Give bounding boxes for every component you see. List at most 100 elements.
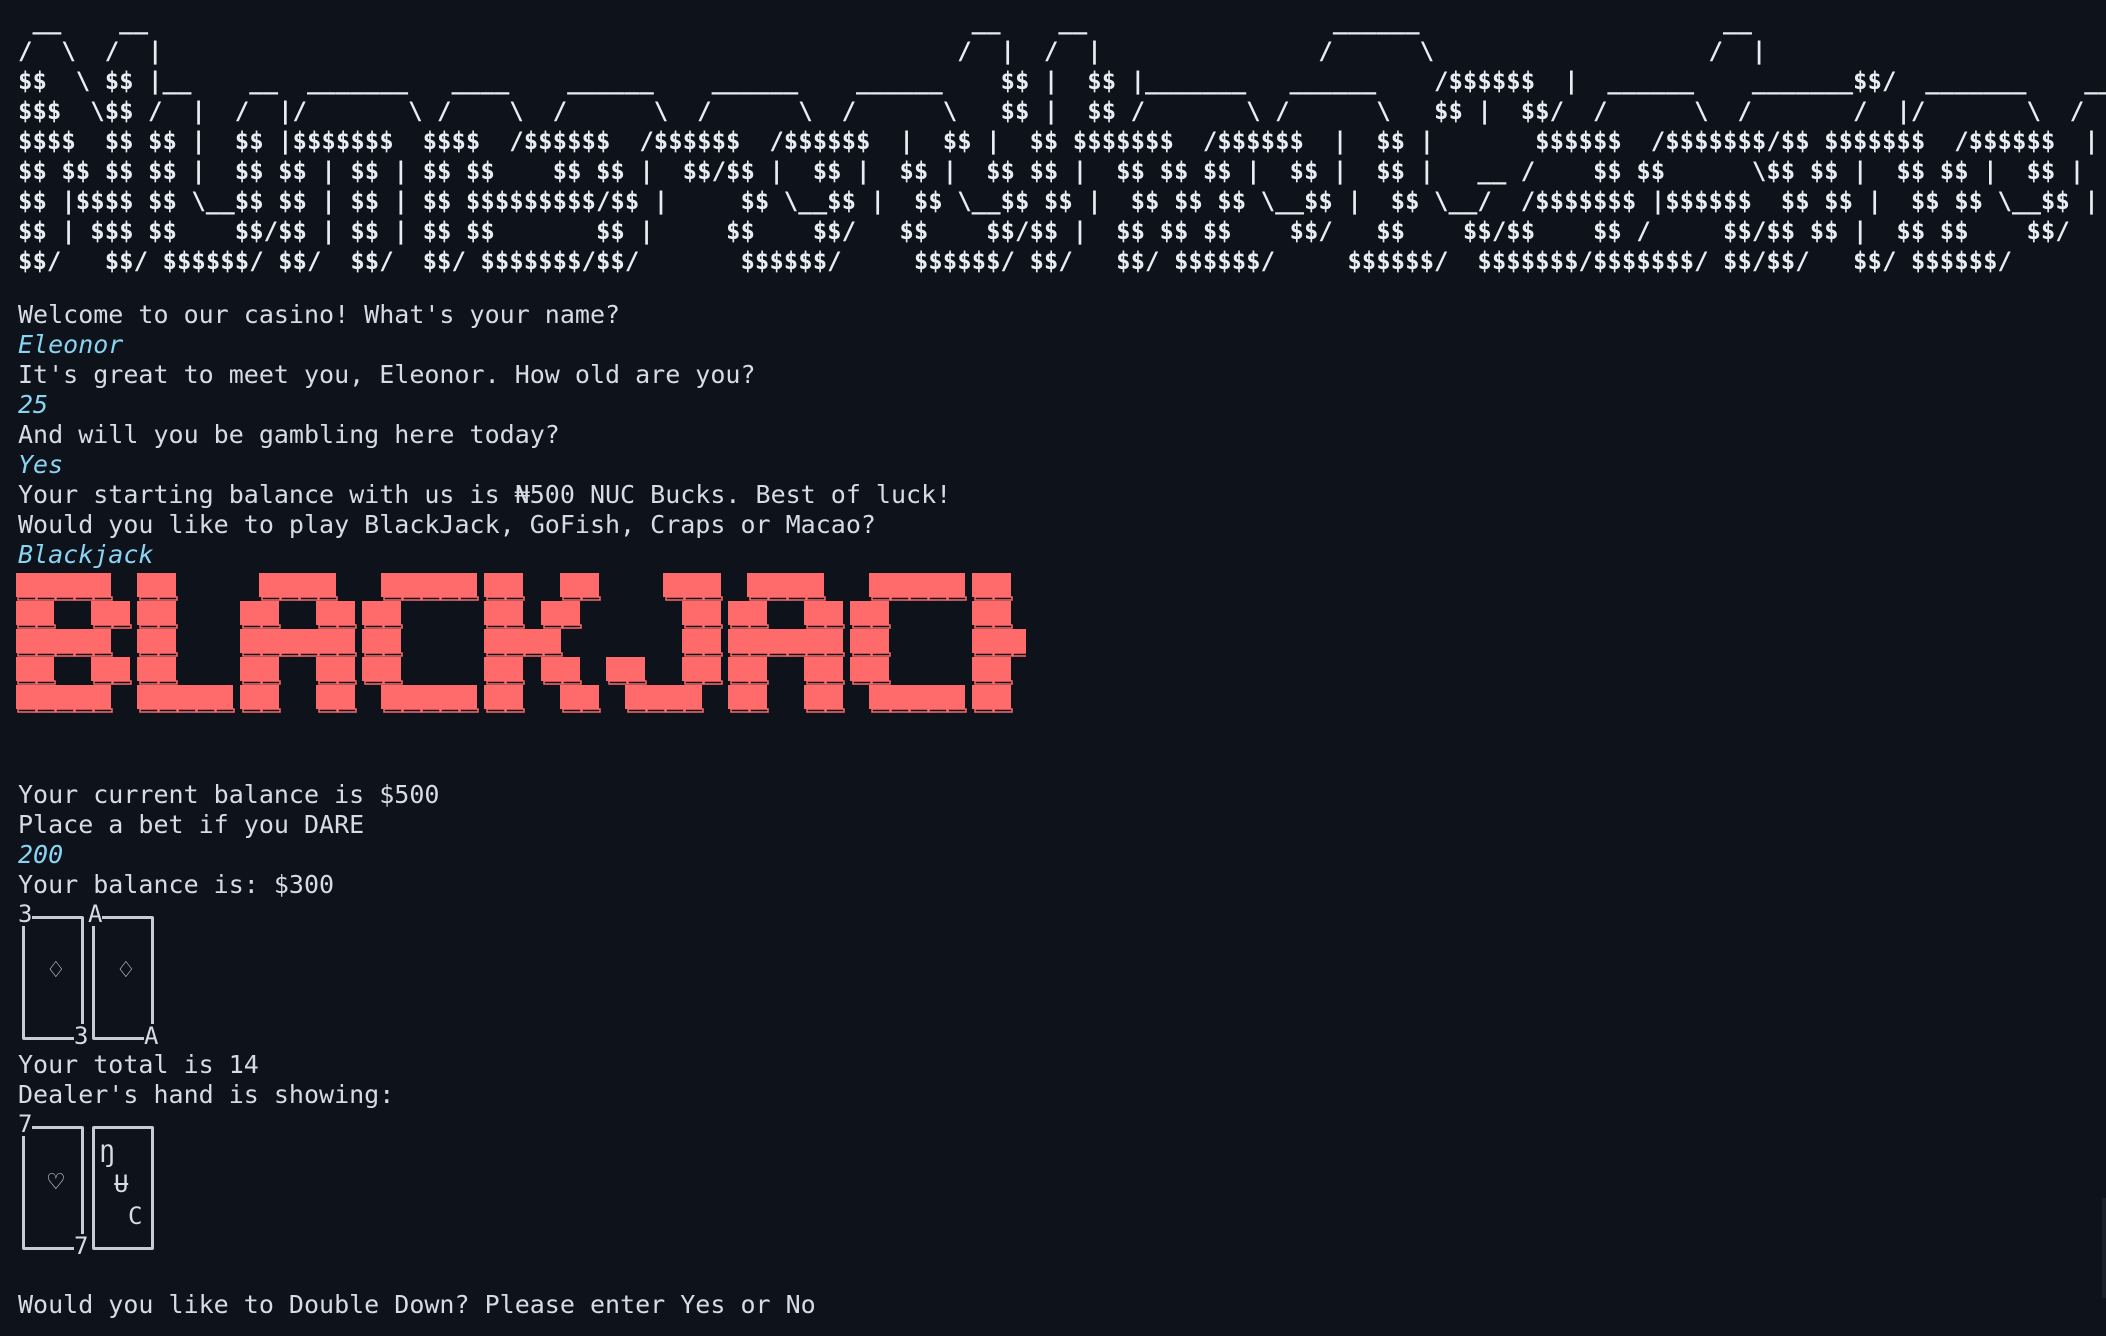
logo-shadow	[112, 680, 132, 685]
logo-block	[869, 685, 889, 709]
logo-shadow	[993, 680, 1013, 685]
gamble-prompt: And will you be gambling here today?	[18, 420, 560, 449]
logo-shadow	[703, 596, 723, 601]
logo-shadow	[562, 708, 582, 713]
logo-shadow	[627, 708, 647, 713]
logo-shadow	[402, 708, 422, 713]
logo-block	[34, 657, 54, 681]
logo-shadow	[36, 652, 56, 657]
bet-input-echo: 200	[18, 840, 64, 869]
logo-shadow	[928, 708, 948, 713]
logo-shadow	[36, 708, 56, 713]
logo-shadow	[665, 708, 685, 713]
logo-block	[259, 601, 279, 625]
logo-block	[110, 601, 130, 625]
logo-block	[682, 629, 702, 653]
logo-shadow	[974, 652, 994, 657]
logo-block	[785, 629, 805, 653]
logo-shadow	[139, 596, 159, 601]
logo-shadow	[242, 652, 262, 657]
logo-shadow	[318, 624, 338, 629]
logo-block	[747, 629, 767, 653]
logo-block	[503, 685, 523, 709]
logo-block	[972, 573, 992, 597]
logo-block	[137, 601, 157, 625]
logo-block	[579, 573, 599, 597]
logo-block	[625, 685, 645, 709]
logo-shadow	[242, 708, 262, 713]
terminal-window[interactable]: __ __ __ __ ______ __ / \ / | / | / | / …	[0, 0, 2106, 1336]
bet-prompt: Place a bet if you DARE	[18, 810, 365, 839]
logo-shadow	[139, 624, 159, 629]
logo-shadow	[364, 624, 384, 629]
logo-shadow	[55, 652, 75, 657]
logo-block	[766, 573, 786, 597]
logo-shadow	[459, 596, 479, 601]
logo-block	[682, 657, 702, 681]
logo-block	[297, 573, 317, 597]
logo-block	[335, 685, 355, 709]
logo-block	[869, 629, 889, 653]
game-choice-prompt: Would you like to play BlackJack, GoFish…	[18, 510, 876, 539]
logo-shadow	[337, 708, 357, 713]
logo-shadow	[749, 708, 769, 713]
logo-shadow	[242, 680, 262, 685]
logo-shadow	[74, 708, 94, 713]
logo-block	[1010, 629, 1026, 653]
logo-shadow	[158, 624, 178, 629]
logo-shadow	[974, 596, 994, 601]
logo-shadow	[852, 680, 872, 685]
logo-shadow	[974, 708, 994, 713]
logo-block	[419, 573, 439, 597]
hidden-card-mark: C	[128, 1202, 143, 1230]
logo-shadow	[684, 680, 704, 685]
logo-block	[484, 685, 504, 709]
logo-shadow	[1012, 652, 1026, 657]
logo-block	[316, 629, 336, 653]
logo-block	[156, 657, 176, 681]
logo-shadow	[852, 652, 872, 657]
logo-shadow	[974, 680, 994, 685]
logo-shadow	[524, 652, 544, 657]
logo-shadow	[17, 596, 37, 601]
scrollbar-edge[interactable]	[2102, 1198, 2106, 1298]
logo-block	[240, 685, 260, 709]
logo-shadow	[158, 596, 178, 601]
logo-block	[16, 573, 35, 597]
logo-block	[362, 657, 382, 681]
logo-block	[503, 573, 523, 597]
logo-block	[945, 685, 965, 709]
logo-shadow	[909, 596, 929, 601]
logo-block	[747, 573, 767, 597]
logo-block	[381, 573, 401, 597]
logo-block	[701, 657, 721, 681]
logo-shadow	[459, 708, 479, 713]
logo-block	[728, 629, 748, 653]
logo-shadow	[787, 596, 807, 601]
logo-shadow	[280, 596, 300, 601]
logo-block	[484, 601, 504, 625]
logo-block	[34, 629, 54, 653]
diamond-suit-icon: ♢	[46, 958, 66, 983]
logo-shadow	[93, 596, 113, 601]
logo-block	[278, 629, 298, 653]
logo-block	[926, 573, 946, 597]
logo-shadow	[402, 596, 422, 601]
logo-block	[541, 629, 561, 653]
logo-shadow	[505, 652, 525, 657]
logo-shadow	[421, 596, 441, 601]
logo-block	[156, 629, 176, 653]
logo-block	[503, 657, 523, 681]
logo-block	[438, 685, 458, 709]
logo-shadow	[703, 624, 723, 629]
heart-suit-icon: ♡	[46, 1170, 66, 1195]
logo-block	[823, 657, 843, 681]
logo-block	[560, 601, 580, 625]
logo-shadow	[112, 624, 132, 629]
logo-shadow	[730, 652, 750, 657]
logo-block	[972, 629, 992, 653]
logo-shadow	[261, 624, 281, 629]
logo-shadow	[581, 596, 601, 601]
logo-block	[503, 629, 523, 653]
logo-block	[972, 601, 992, 625]
